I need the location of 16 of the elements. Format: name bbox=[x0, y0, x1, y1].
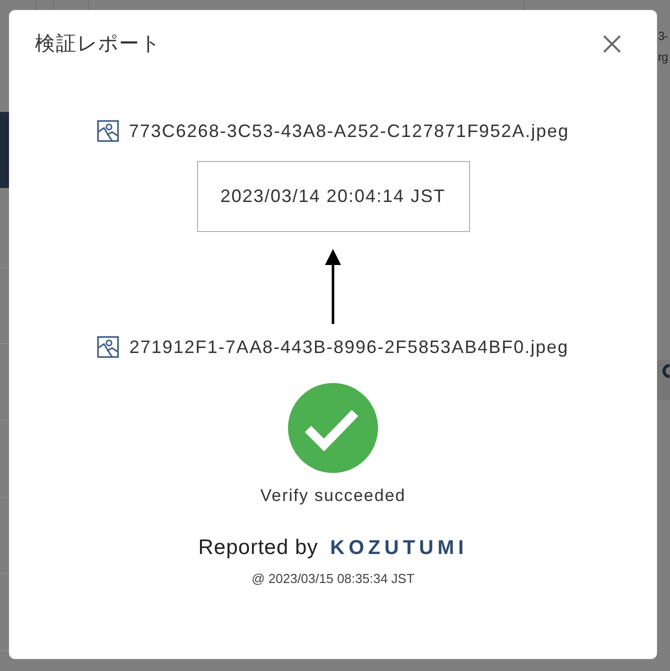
up-arrow-icon bbox=[325, 249, 341, 324]
arc-icon bbox=[661, 364, 670, 378]
image-file-icon bbox=[97, 336, 120, 358]
timestamp-label: 2023/03/14 20:04:14 JST bbox=[196, 161, 470, 232]
file-name: 271912F1-7AA8-443B-8996-2F5853AB4BF0.jpeg bbox=[129, 336, 569, 359]
background-text: 3- bbox=[658, 28, 668, 44]
close-icon bbox=[603, 35, 621, 53]
dialog-title: 検証レポート bbox=[35, 32, 161, 57]
image-file-icon bbox=[96, 120, 119, 142]
file-name: 773C6268-3C53-43A8-A252-C127871F952A.jpeg bbox=[128, 120, 570, 143]
report-timestamp: @ 2023/03/15 08:35:34 JST bbox=[252, 570, 414, 588]
brand-logo: KOZUTUMI bbox=[330, 536, 468, 560]
close-button[interactable] bbox=[603, 35, 621, 53]
background-text: rg bbox=[658, 49, 668, 65]
reported-by-text: Reported by bbox=[198, 536, 318, 560]
result-message: Verify succeeded bbox=[260, 485, 406, 507]
